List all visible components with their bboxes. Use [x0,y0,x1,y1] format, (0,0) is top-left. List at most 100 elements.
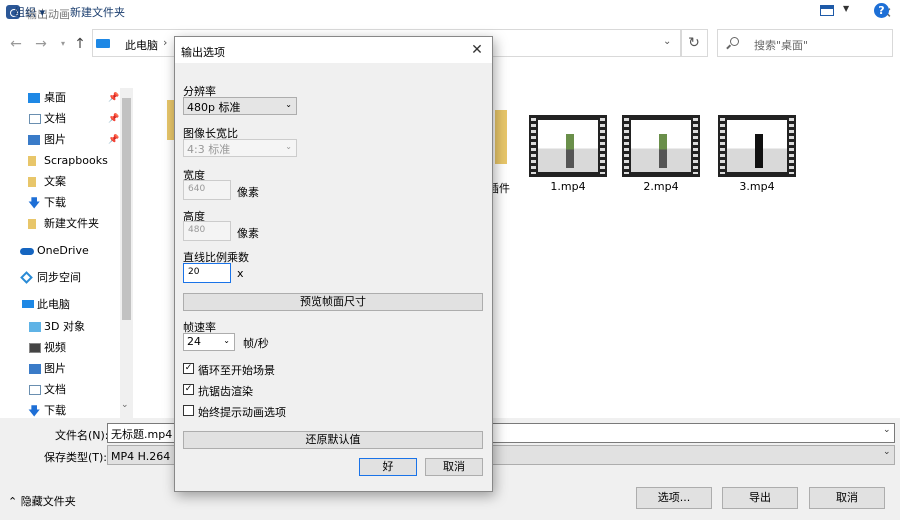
prompt-options-checkbox[interactable] [183,405,194,416]
sidebar-item-documents-2[interactable]: 文档 [0,380,120,400]
back-arrow-icon[interactable]: ← [8,36,24,52]
aspect-ratio-value: 4:3 标准 [187,143,231,156]
framerate-select[interactable]: 24 ⌄ [183,333,235,351]
window-titlebar [0,0,900,26]
sidebar-scrollbar-thumb[interactable] [122,98,131,320]
dialog-cancel-button[interactable]: 取消 [425,458,483,476]
sidebar-item-pictures[interactable]: 图片 📌 [0,130,120,150]
download-icon: 🡇 [28,196,41,210]
video-frame [727,120,787,172]
export-button[interactable]: 导出 [722,487,798,509]
file-name[interactable]: 2.mp4 [622,180,700,193]
sidebar-item-label: 图片 [44,133,66,146]
sidebar-item-onedrive[interactable]: OneDrive [0,241,120,261]
antialias-checkbox[interactable]: ✓ [183,384,194,395]
sidebar-item-3d-objects[interactable]: 3D 对象 [0,317,120,337]
aspect-ratio-select: 4:3 标准 ⌄ [183,139,297,157]
line-scale-unit: x [237,267,244,280]
film-strip [600,118,605,174]
pictures-icon [28,135,40,145]
sidebar-item-desktop[interactable]: 桌面 📌 [0,88,120,108]
close-icon[interactable]: ✕ [465,41,489,59]
options-button[interactable]: 选项... [636,487,712,509]
pin-icon[interactable]: 📌 [108,109,119,129]
export-options-dialog: 输出选项 ✕ 分辨率 480p 标准 ⌄ 图像长宽比 4:3 标准 ⌄ 宽度 6… [174,36,493,492]
cancel-button[interactable]: 取消 [809,487,885,509]
sidebar-item-downloads[interactable]: 🡇 下载 [0,193,120,213]
recent-chevron-icon[interactable]: ▾ [55,36,71,52]
sidebar-item-documents[interactable]: 文档 📌 [0,109,120,129]
folder-icon [28,156,36,166]
forward-arrow-icon[interactable]: → [33,36,49,52]
sidebar-item-label: 文案 [44,175,66,188]
sidebar-item-label: 文档 [44,383,66,396]
sidebar-item-pictures-2[interactable]: 图片 [0,359,120,379]
height-unit: 像素 [237,227,259,240]
height-input: 480 [183,221,231,241]
hide-folders-toggle[interactable]: ⌃ 隐藏文件夹 [8,493,76,509]
film-strip [720,118,725,174]
hide-folders-label: 隐藏文件夹 [20,495,76,508]
sidebar-item-this-pc[interactable]: 此电脑 [0,295,120,315]
sidebar-item-sync-space[interactable]: 同步空间 [0,268,120,288]
width-input: 640 [183,180,231,200]
antialias-label[interactable]: 抗锯齿渲染 [198,383,253,399]
breadcrumb-chevron-icon[interactable]: › [163,36,167,49]
search-icon [730,37,739,46]
video-icon [29,343,41,353]
ok-button[interactable]: 好 [359,458,417,476]
sidebar-item-copywriting[interactable]: 文案 [0,172,120,192]
chevron-down-icon: ⌄ [223,336,230,345]
chevron-down-icon: ⌄ [285,100,292,109]
loop-checkbox[interactable]: ✓ [183,363,194,374]
loop-label[interactable]: 循环至开始场景 [198,362,275,378]
framerate-unit: 帧/秒 [243,337,269,350]
sidebar-item-label: 新建文件夹 [44,217,99,230]
line-scale-input[interactable]: 20 [183,263,231,283]
reset-defaults-button[interactable]: 还原默认值 [183,431,483,449]
chevron-down-icon[interactable]: ⌄ [883,425,891,435]
computer-icon [22,300,34,308]
sidebar-item-new-folder[interactable]: 新建文件夹 [0,214,120,234]
chevron-down-icon[interactable]: ⌄ [883,447,891,457]
person-figure [566,134,574,168]
scroll-down-icon[interactable]: ⌄ [121,400,129,410]
dialog-title: 输出选项 [181,46,225,59]
video-thumbnail[interactable] [529,115,607,177]
desktop-icon [28,93,40,103]
pin-icon[interactable]: 📌 [108,88,119,108]
refresh-button[interactable]: ↻ [680,29,708,57]
address-dropdown-icon[interactable]: ⌄ [663,36,671,47]
video-thumbnail[interactable] [718,115,796,177]
file-name[interactable]: 1.mp4 [529,180,607,193]
address-path[interactable]: 此电脑 [125,37,158,53]
search-placeholder[interactable]: 搜索"桌面" [754,37,808,53]
sidebar-item-label: 下载 [44,196,66,209]
folder-icon[interactable] [495,110,507,164]
video-thumbnail[interactable] [622,115,700,177]
document-icon [29,385,41,395]
view-dropdown-icon[interactable]: ▼ [843,4,849,13]
sidebar-item-scrapbooks[interactable]: Scrapbooks [0,151,120,171]
preview-frame-size-button[interactable]: 预览帧面尺寸 [183,293,483,311]
prompt-options-label[interactable]: 始终提示动画选项 [198,404,286,420]
sidebar-item-label: Scrapbooks [44,154,108,167]
new-folder-button[interactable]: 新建文件夹 [70,4,125,20]
resolution-value: 480p 标准 [187,101,241,114]
cube-icon [29,322,41,332]
file-name[interactable]: 3.mp4 [718,180,796,193]
resolution-select[interactable]: 480p 标准 ⌄ [183,97,297,115]
document-icon [29,114,41,124]
video-frame [538,120,598,172]
sidebar-item-videos[interactable]: 视频 [0,338,120,358]
help-icon[interactable]: ? [874,3,889,18]
organize-menu[interactable]: 组织 ▾ [14,4,45,20]
chevron-down-icon: ⌄ [285,142,292,151]
search-box[interactable]: 搜索"桌面" [717,29,893,57]
view-options-icon[interactable] [820,5,834,16]
sidebar-item-label: 此电脑 [37,298,70,311]
up-arrow-icon[interactable]: ↑ [72,36,88,52]
filename-label: 文件名(N): [55,429,109,442]
folder-icon [28,219,36,229]
pin-icon[interactable]: 📌 [108,130,119,150]
